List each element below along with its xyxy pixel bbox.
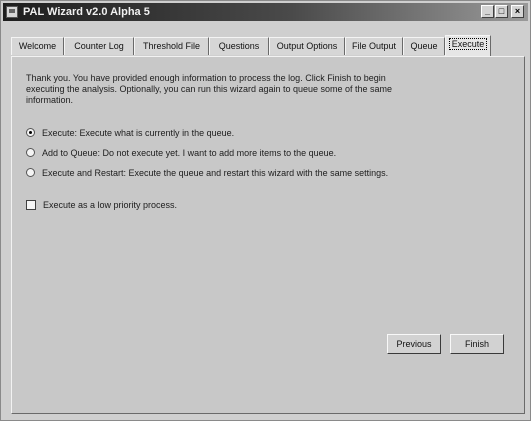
wizard-window: PAL Wizard v2.0 Alpha 5 _ □ × Welcome Co… (0, 0, 531, 421)
tab-welcome[interactable]: Welcome (11, 37, 64, 55)
option-label: Execute and Restart: Execute the queue a… (42, 168, 389, 178)
low-priority-option[interactable]: Execute as a low priority process. (26, 199, 177, 211)
previous-button[interactable]: Previous (387, 334, 441, 354)
minimize-button[interactable]: _ (481, 5, 494, 18)
tab-strip: Welcome Counter Log Threshold File Quest… (11, 35, 525, 57)
option-execute-and-restart[interactable]: Execute and Restart: Execute the queue a… (26, 167, 388, 179)
low-priority-label: Execute as a low priority process. (43, 200, 178, 210)
tab-label: Counter Log (74, 41, 124, 51)
tab-threshold-file[interactable]: Threshold File (134, 37, 209, 55)
tab-execute[interactable]: Execute (445, 35, 491, 56)
option-label: Execute: Execute what is currently in th… (42, 128, 235, 138)
tab-label: Queue (410, 41, 438, 51)
low-priority-checkbox[interactable] (26, 199, 36, 210)
option-add-to-queue[interactable]: Add to Queue: Do not execute yet. I want… (26, 147, 336, 159)
intro-text: Thank you. You have provided enough info… (26, 73, 393, 105)
tab-counter-log[interactable]: Counter Log (64, 37, 134, 55)
tab-file-output[interactable]: File Output (345, 37, 403, 55)
tab-output-options[interactable]: Output Options (269, 37, 345, 55)
execute-panel: Thank you. You have provided enough info… (11, 56, 525, 414)
tab-questions[interactable]: Questions (209, 37, 269, 55)
tab-label: Output Options (276, 41, 338, 51)
tab-queue[interactable]: Queue (403, 37, 445, 55)
option-execute[interactable]: Execute: Execute what is currently in th… (26, 127, 234, 139)
tab-label: Questions (218, 41, 260, 51)
tab-label: Execute (448, 38, 488, 50)
radio-button[interactable] (26, 148, 35, 158)
option-label: Add to Queue: Do not execute yet. I want… (42, 148, 337, 158)
tab-label: Threshold File (142, 41, 201, 51)
radio-button[interactable] (26, 168, 35, 178)
tab-label: File Output (351, 41, 397, 51)
close-button[interactable]: × (511, 5, 524, 18)
window-title: PAL Wizard v2.0 Alpha 5 (23, 6, 150, 18)
tab-label: Welcome (18, 41, 57, 51)
title-bar[interactable]: PAL Wizard v2.0 Alpha 5 _ □ × (3, 3, 528, 21)
radio-button[interactable] (26, 128, 35, 138)
finish-button[interactable]: Finish (450, 334, 504, 354)
maximize-button[interactable]: □ (495, 5, 508, 18)
app-icon (6, 6, 18, 18)
